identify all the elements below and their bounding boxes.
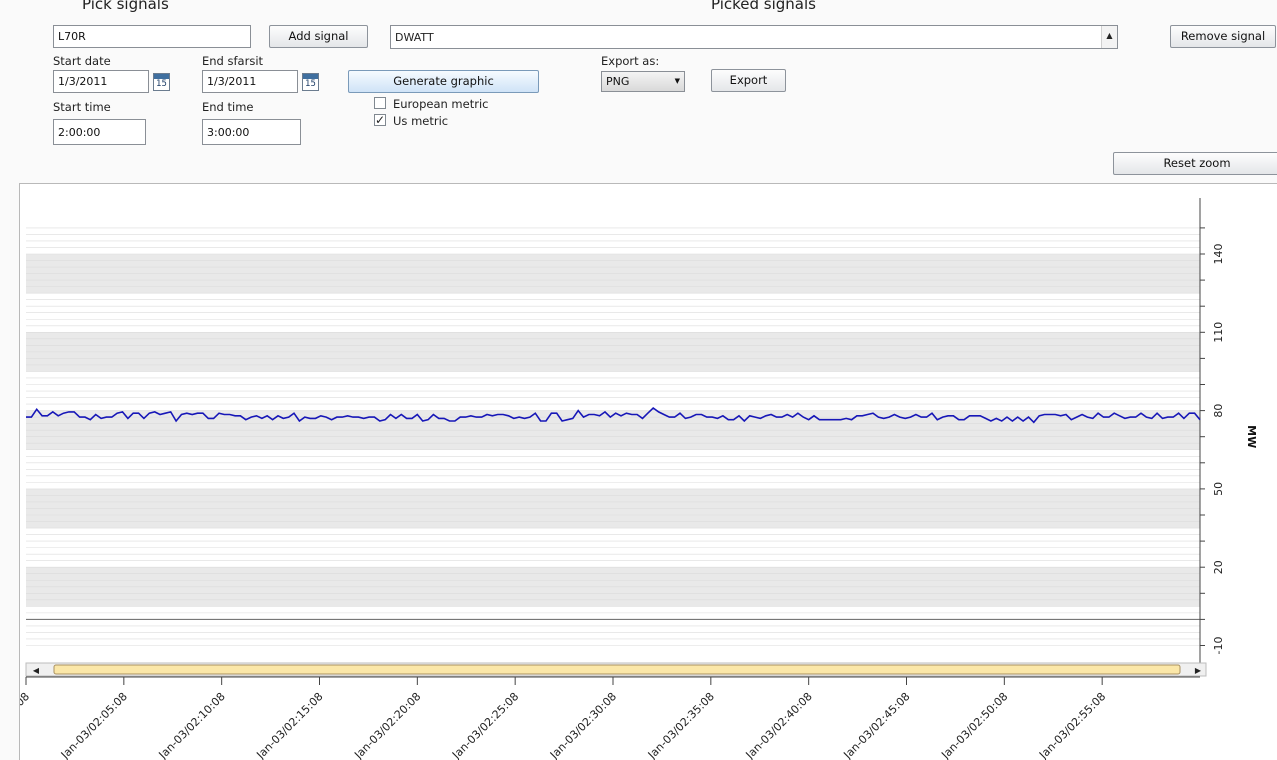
calendar-day-number: 15 xyxy=(305,79,316,89)
end-date-label: End sfarsit xyxy=(202,54,264,68)
end-time-field[interactable] xyxy=(202,119,301,145)
line-chart[interactable]: -10 20 50 80 110 140 MW ◀ ▶ Jan-03/02:00:08 Jan-03… xyxy=(20,184,1277,760)
x-tick-label: Jan-03/02:05:08 xyxy=(58,690,130,760)
x-tick-label: Jan-03/02:50:08 xyxy=(938,690,1010,760)
y-tick-label: 50 xyxy=(1212,482,1225,496)
scroll-right-arrow[interactable]: ▶ xyxy=(1195,666,1202,675)
start-date-label: Start date xyxy=(53,54,111,68)
export-format-value: PNG xyxy=(606,75,630,88)
x-tick-label: Jan-03/02:35:08 xyxy=(645,690,717,760)
european-metric-label: European metric xyxy=(393,97,489,111)
y-tick-label: 20 xyxy=(1212,560,1225,574)
start-date-field[interactable] xyxy=(53,70,149,93)
generate-graphic-button[interactable]: Generate graphic xyxy=(348,70,539,93)
start-time-field[interactable] xyxy=(53,119,146,145)
list-scroll-up-arrow[interactable]: ▲ xyxy=(1101,26,1117,48)
y-tick-label: 80 xyxy=(1212,404,1225,418)
x-tick-label: Jan-03/02:55:08 xyxy=(1036,690,1108,760)
us-metric-label: Us metric xyxy=(393,114,449,128)
x-tick-label: Jan-03/02:15:08 xyxy=(253,690,325,760)
export-button[interactable]: Export xyxy=(711,69,786,92)
calendar-day-number: 15 xyxy=(156,79,167,89)
picked-signals-list[interactable]: DWATT ▲ xyxy=(390,25,1118,49)
x-tick-label: Jan-03/02:10:08 xyxy=(156,690,228,760)
y-tick-label: -10 xyxy=(1212,637,1225,655)
european-metric-checkbox[interactable] xyxy=(374,97,386,109)
x-tick-label: Jan-03/02:25:08 xyxy=(449,690,521,760)
x-tick-label: Jan-03/02:30:08 xyxy=(547,690,619,760)
x-tick-label: Jan-03/02:00:08 xyxy=(20,690,32,760)
end-date-calendar-icon[interactable]: 15 xyxy=(302,73,319,91)
us-metric-checkbox[interactable]: ✓ xyxy=(374,114,386,126)
scrollbar-thumb[interactable] xyxy=(53,664,1181,675)
picked-signals-title: Picked signals xyxy=(711,0,816,13)
export-as-label: Export as: xyxy=(601,54,660,68)
add-signal-button[interactable]: Add signal xyxy=(269,25,368,48)
x-tick-label: Jan-03/02:45:08 xyxy=(840,690,912,760)
export-format-select[interactable]: PNG ▼ xyxy=(601,71,685,92)
signal-input[interactable] xyxy=(53,25,251,48)
start-time-label: Start time xyxy=(53,100,111,114)
x-tick-label: Jan-03/02:20:08 xyxy=(351,690,423,760)
end-time-label: End time xyxy=(202,100,254,114)
y-tick-label: 140 xyxy=(1212,244,1225,265)
pick-signals-title: Pick signals xyxy=(82,0,169,13)
reset-zoom-button[interactable]: Reset zoom xyxy=(1113,152,1277,175)
y-tick-label: 110 xyxy=(1212,322,1225,343)
chart-panel[interactable]: -10 20 50 80 110 140 MW ◀ ▶ Jan-03/02:00:08 Jan-03… xyxy=(19,183,1277,760)
chevron-down-icon: ▼ xyxy=(674,77,680,85)
start-date-calendar-icon[interactable]: 15 xyxy=(153,73,170,91)
x-tick-label: Jan-03/02:40:08 xyxy=(743,690,815,760)
scroll-left-arrow[interactable]: ◀ xyxy=(33,666,40,675)
remove-signal-button[interactable]: Remove signal xyxy=(1170,25,1276,48)
end-date-field[interactable] xyxy=(202,70,298,93)
picked-signal-item[interactable]: DWATT xyxy=(395,31,434,44)
y-axis-label: MW xyxy=(1245,425,1258,448)
